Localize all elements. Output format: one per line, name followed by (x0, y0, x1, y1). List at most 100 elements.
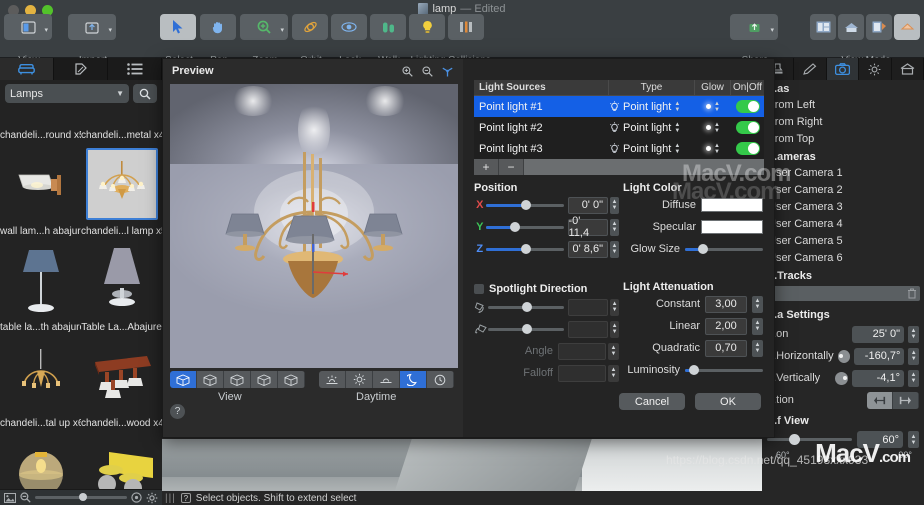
field-angle-horizontal[interactable]: ...Horizontally -160,7° ▲ ▼ (762, 345, 924, 367)
spotlight-rot-h-stepper[interactable]: ▲ ▼ (610, 298, 619, 316)
angle-horizontal-stepper[interactable]: ▲ ▼ (908, 347, 919, 365)
direction-segmented-control[interactable] (867, 391, 919, 409)
tab-sun[interactable] (859, 58, 892, 80)
table-row[interactable]: Point light #1 Point light ▲ ▼ ▲ ▼ (474, 96, 764, 117)
library-grid[interactable]: chandeli...round x5 chandeli...metal x4 (0, 130, 162, 489)
light-type-cell[interactable]: Point light ▲ ▼ (609, 101, 695, 113)
orbit-tool-button[interactable] (292, 14, 328, 40)
angle-stepper[interactable]: ▲ ▼ (608, 342, 619, 360)
position-z-stepper[interactable]: ▲ ▼ (609, 240, 620, 258)
glow-size-slider[interactable] (685, 242, 763, 256)
light-sources-table[interactable]: Light Sources Type Glow On|Off Point lig… (474, 80, 764, 175)
position-z-value[interactable]: 0' 8,6" (567, 240, 608, 258)
fov-row[interactable]: 60° ▲ ▼ (762, 429, 924, 450)
specular-color-swatch[interactable] (701, 220, 763, 234)
library-row[interactable] (0, 429, 162, 489)
noon-sun-icon[interactable] (346, 371, 373, 388)
slider-knob[interactable] (79, 493, 88, 501)
view-panel-button[interactable]: ▾ (4, 14, 52, 40)
list-item[interactable] (81, 429, 162, 489)
position-y-stepper[interactable]: ▲ ▼ (609, 218, 620, 236)
diffuse-color-swatch[interactable] (701, 198, 763, 212)
luminosity-slider[interactable] (685, 363, 763, 377)
onoff-cell[interactable] (731, 142, 764, 155)
list-item[interactable]: User Camera 6 (762, 250, 924, 267)
look-tool-button[interactable] (331, 14, 367, 40)
type-stepper[interactable]: ▲ ▼ (674, 122, 680, 134)
list-item[interactable]: User Camera 1 (762, 165, 924, 182)
library-row[interactable] (0, 141, 162, 226)
list-item[interactable] (0, 237, 81, 322)
zoom-out-icon[interactable] (422, 65, 433, 77)
spotlight-rot-v-value[interactable] (568, 320, 609, 338)
glow-stepper[interactable]: ▲ ▼ (714, 122, 720, 134)
table-row[interactable]: Point light #2 Point light ▲ ▼ ▲ ▼ (474, 117, 764, 138)
question-icon[interactable]: ? (180, 493, 191, 503)
remove-light-button[interactable]: − (499, 159, 524, 175)
list-item[interactable]: From Top (762, 131, 924, 148)
view-mode-elevation-button[interactable] (838, 14, 864, 40)
type-stepper[interactable]: ▲ ▼ (674, 101, 680, 113)
falloff-stepper[interactable]: ▲ ▼ (608, 364, 619, 382)
linear-row[interactable]: Linear 2,00 ▲ ▼ (623, 315, 763, 337)
specular-row[interactable]: Specular (623, 216, 763, 238)
spotlight-title-row[interactable]: Spotlight Direction (474, 281, 619, 296)
select-tool-button[interactable] (160, 14, 196, 40)
constant-value[interactable]: 3,00 (705, 295, 747, 313)
spotlight-rot-v-row[interactable]: ▲ ▼ (474, 318, 619, 340)
share-button[interactable]: ▾ (730, 14, 778, 40)
import-button[interactable]: ▾ (68, 14, 116, 40)
collisions-tool-button[interactable] (448, 14, 484, 40)
list-item[interactable] (81, 237, 162, 322)
view-segmented-control[interactable] (170, 371, 305, 388)
daytime-segmented-control[interactable] (319, 371, 454, 388)
onoff-cell[interactable] (731, 121, 764, 134)
onoff-cell[interactable] (731, 100, 764, 113)
library-tab-materials[interactable] (54, 58, 108, 80)
cube-view-2-icon[interactable] (197, 371, 224, 388)
dialog-buttons[interactable]: Cancel OK (619, 393, 761, 410)
view-mode-render-button[interactable] (894, 14, 920, 40)
position-y-slider[interactable] (485, 220, 564, 234)
list-item[interactable]: From Left (762, 97, 924, 114)
onoff-toggle[interactable] (735, 121, 760, 134)
library-zoom-slider[interactable] (35, 493, 127, 501)
list-item[interactable]: User Camera 4 (762, 216, 924, 233)
slider-knob[interactable] (698, 244, 709, 254)
onoff-toggle[interactable] (735, 142, 760, 155)
slider-knob[interactable] (520, 244, 531, 254)
angle-horizontal-value[interactable]: -160,7° (854, 347, 905, 365)
tracks-empty-row[interactable] (766, 286, 920, 301)
library-tab-list[interactable] (108, 58, 162, 80)
position-z-row[interactable]: Z 0' 8,6" ▲ ▼ (474, 238, 620, 260)
falloff-value[interactable] (558, 364, 606, 382)
fov-value[interactable]: 60° (857, 431, 903, 448)
arrow-right-icon[interactable] (893, 391, 919, 409)
table-footer[interactable]: + − (474, 159, 764, 175)
position-y-row[interactable]: Y -0' 11,4 ▲ ▼ (474, 215, 620, 239)
toolbar-tool-look[interactable]: Look (331, 14, 369, 66)
list-item[interactable]: User Camera 3 (762, 199, 924, 216)
spotlight-rot-h-value[interactable] (568, 298, 609, 316)
spotlight-rot-h-slider[interactable] (488, 300, 565, 314)
light-type-cell[interactable]: Point light ▲ ▼ (609, 122, 695, 134)
spotlight-falloff-row[interactable]: Falloff ▲ ▼ (474, 362, 619, 384)
light-type-cell[interactable]: Point light ▲ ▼ (609, 143, 695, 155)
library-row[interactable] (0, 333, 162, 418)
position-y-value[interactable]: -0' 11,4 (567, 215, 608, 239)
preview-canvas[interactable] (170, 84, 458, 368)
add-light-button[interactable]: + (474, 159, 499, 175)
library-tab-furniture[interactable] (0, 58, 54, 80)
toolbar-tool-collisions[interactable]: Collisions (448, 14, 491, 66)
toolbar-tool-zoom[interactable]: ▾ Zoom (240, 14, 290, 66)
glow-size-row[interactable]: Glow Size (623, 238, 763, 260)
rotation-knob-horizontal[interactable] (837, 349, 851, 363)
rotation-knob-vertical[interactable] (835, 371, 848, 385)
list-item[interactable] (0, 429, 81, 489)
info-icon[interactable] (131, 492, 142, 503)
list-item[interactable]: User Camera 2 (762, 182, 924, 199)
luminosity-row[interactable]: Luminosity (623, 359, 763, 381)
quadratic-value[interactable]: 0,70 (705, 339, 747, 357)
list-item[interactable] (0, 333, 81, 418)
axis-gizmo-icon[interactable] (442, 65, 453, 77)
